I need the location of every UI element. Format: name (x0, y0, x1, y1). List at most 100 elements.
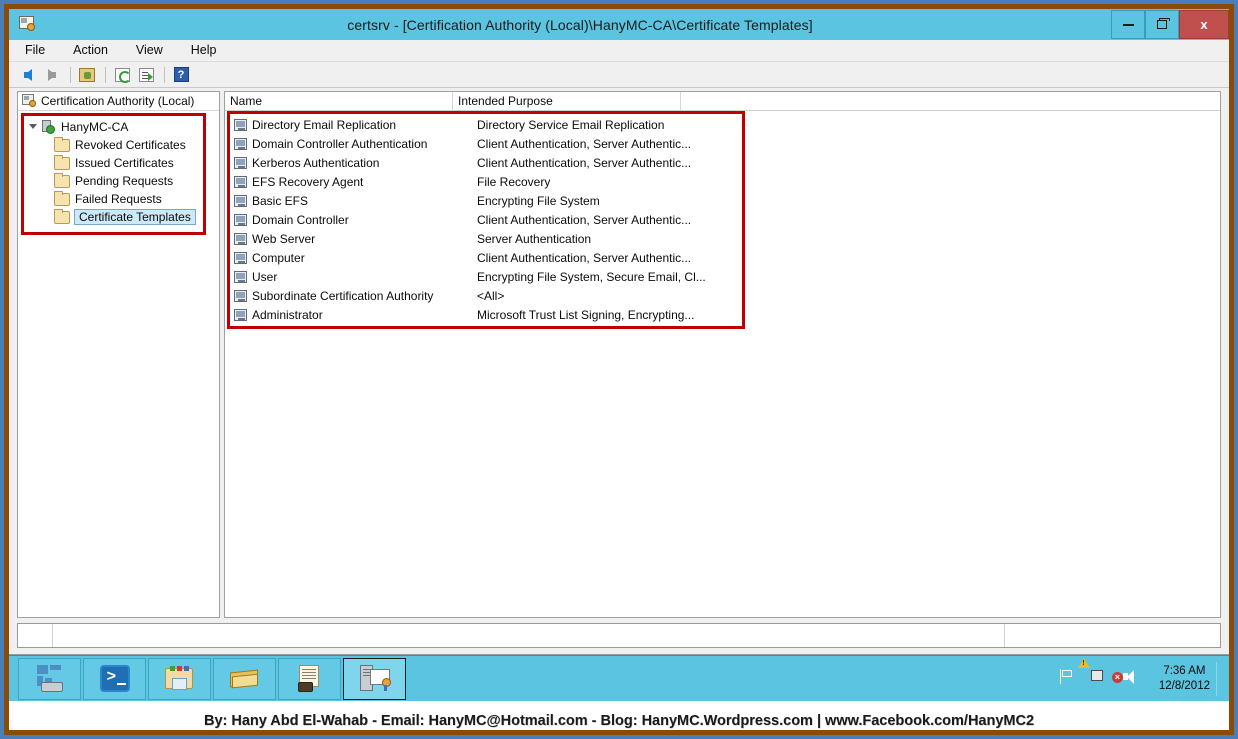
cell-name: EFS Recovery Agent (252, 174, 364, 189)
maximize-button[interactable] (1145, 10, 1179, 39)
taskbar-button-scroll-toolbox[interactable] (278, 657, 341, 700)
cell-name: Domain Controller Authentication (252, 136, 428, 151)
certificate-template-icon (234, 213, 247, 226)
footer-credit-bar: By: Hany Abd El-Wahab - Email: HanyMC@Ho… (9, 701, 1229, 730)
ca-server-icon (41, 120, 56, 134)
taskbar-button-book[interactable] (213, 657, 276, 700)
tree-node-label: Issued Certificates (75, 156, 174, 170)
scroll-toolbox-icon (296, 665, 324, 692)
tree-highlight-box: HanyMC-CA Revoked Certificates Issued Ce… (21, 113, 206, 235)
certificate-templates-list-pane: Name Intended Purpose Directory Email Re… (224, 91, 1221, 618)
folder-icon (54, 190, 70, 206)
tree-node-label: HanyMC-CA (61, 120, 129, 134)
column-header-intended-purpose[interactable]: Intended Purpose (453, 92, 681, 110)
refresh-button[interactable] (111, 64, 133, 85)
cell-intended-purpose: File Recovery (477, 174, 551, 189)
tree-node-label: Certificate Templates (74, 209, 196, 225)
tree-node-certificate-templates[interactable]: Certificate Templates (24, 208, 203, 226)
table-row[interactable]: Web Server Server Authentication (230, 229, 742, 248)
cell-name: Computer (252, 250, 305, 265)
table-row[interactable]: Basic EFS Encrypting File System (230, 191, 742, 210)
refresh-icon (114, 67, 131, 83)
column-header-name[interactable]: Name (225, 92, 453, 110)
folder-icon (54, 172, 70, 188)
tool-bar: ? (9, 62, 1229, 88)
minimize-button[interactable] (1111, 10, 1145, 39)
table-row[interactable]: Kerberos Authentication Client Authentic… (230, 153, 742, 172)
table-row[interactable]: Computer Client Authentication, Server A… (230, 248, 742, 267)
folder-icon (54, 154, 70, 170)
flag-icon[interactable] (1058, 668, 1080, 690)
forward-icon (48, 68, 56, 81)
help-button[interactable]: ? (170, 64, 192, 85)
clock-time: 7:36 AM (1163, 664, 1206, 677)
cell-intended-purpose: Encrypting File System, Secure Email, Cl… (477, 269, 706, 284)
folder-icon (54, 136, 70, 152)
cell-intended-purpose: Client Authentication, Server Authentic.… (477, 250, 692, 265)
cell-name: Administrator (252, 307, 323, 322)
tree-node-pending-requests[interactable]: Pending Requests (24, 172, 203, 190)
chevron-down-icon[interactable] (28, 122, 39, 133)
toolbar-separator (70, 66, 71, 83)
tree-node-label: Failed Requests (75, 192, 162, 206)
title-bar: certsrv - [Certification Authority (Loca… (9, 9, 1229, 40)
up-one-level-button[interactable] (76, 64, 98, 85)
certificate-template-icon (234, 137, 247, 150)
list-column-headers: Name Intended Purpose (225, 92, 1220, 111)
table-row[interactable]: User Encrypting File System, Secure Emai… (230, 267, 742, 286)
taskbar-button-file-explorer[interactable] (148, 657, 211, 700)
table-row[interactable]: EFS Recovery Agent File Recovery (230, 172, 742, 191)
network-warning-icon[interactable] (1077, 657, 1112, 690)
back-button[interactable] (17, 64, 39, 85)
window-controls: x (1111, 9, 1229, 40)
table-row[interactable]: Domain Controller Client Authentication,… (230, 210, 742, 229)
certificate-template-icon (234, 270, 247, 283)
taskbar-button-powershell[interactable] (83, 657, 146, 700)
menu-bar: File Action View Help (9, 40, 1229, 62)
certificate-template-icon (234, 232, 247, 245)
certificate-template-icon (234, 289, 247, 302)
table-row[interactable]: Domain Controller Authentication Client … (230, 134, 742, 153)
help-icon: ? (173, 67, 189, 82)
table-row[interactable]: Administrator Microsoft Trust List Signi… (230, 305, 742, 324)
table-row[interactable]: Subordinate Certification Authority <All… (230, 286, 742, 305)
column-header-filler (681, 92, 1220, 110)
status-segment-3 (1005, 624, 1220, 647)
certificate-template-icon (234, 118, 247, 131)
tree-node-hanymc-ca[interactable]: HanyMC-CA (24, 118, 203, 136)
footer-credit-text: By: Hany Abd El-Wahab - Email: HanyMC@Ho… (203, 712, 1035, 729)
tree-root-header[interactable]: Certification Authority (Local) (18, 92, 219, 111)
certificate-template-icon (234, 175, 247, 188)
tree-node-revoked-certificates[interactable]: Revoked Certificates (24, 136, 203, 154)
console-root-icon (22, 94, 37, 108)
menu-item-help[interactable]: Help (185, 41, 229, 60)
cell-intended-purpose: Client Authentication, Server Authentic.… (477, 136, 692, 151)
forward-button[interactable] (41, 64, 63, 85)
show-desktop-button[interactable] (1216, 661, 1217, 696)
window-title: certsrv - [Certification Authority (Loca… (347, 16, 813, 33)
book-icon (229, 667, 260, 691)
certificate-template-icon (234, 251, 247, 264)
close-button[interactable]: x (1179, 10, 1229, 39)
menu-item-file[interactable]: File (19, 41, 57, 60)
taskbar-button-certification-authority[interactable] (343, 657, 406, 700)
cell-intended-purpose: Client Authentication, Server Authentic.… (477, 212, 692, 227)
menu-item-view[interactable]: View (130, 41, 175, 60)
up-one-level-icon (79, 67, 95, 82)
certificate-template-icon (234, 308, 247, 321)
cell-intended-purpose: Encrypting File System (477, 193, 600, 208)
tree-node-failed-requests[interactable]: Failed Requests (24, 190, 203, 208)
speaker-muted-icon[interactable]: × (1111, 668, 1144, 690)
certificate-template-icon (234, 156, 247, 169)
cell-name: Web Server (252, 231, 316, 246)
export-list-button[interactable] (135, 64, 157, 85)
file-explorer-icon (164, 665, 195, 692)
taskbar-button-server-manager[interactable] (18, 657, 81, 700)
table-row[interactable]: Directory Email Replication Directory Se… (230, 115, 742, 134)
cell-intended-purpose: Server Authentication (477, 231, 592, 246)
export-list-icon (138, 67, 154, 82)
clock[interactable]: 7:36 AM 12/8/2012 (1159, 664, 1210, 694)
tree-node-issued-certificates[interactable]: Issued Certificates (24, 154, 203, 172)
content-area: Certification Authority (Local) HanyMC-C… (17, 91, 1221, 618)
menu-item-action[interactable]: Action (67, 41, 120, 60)
